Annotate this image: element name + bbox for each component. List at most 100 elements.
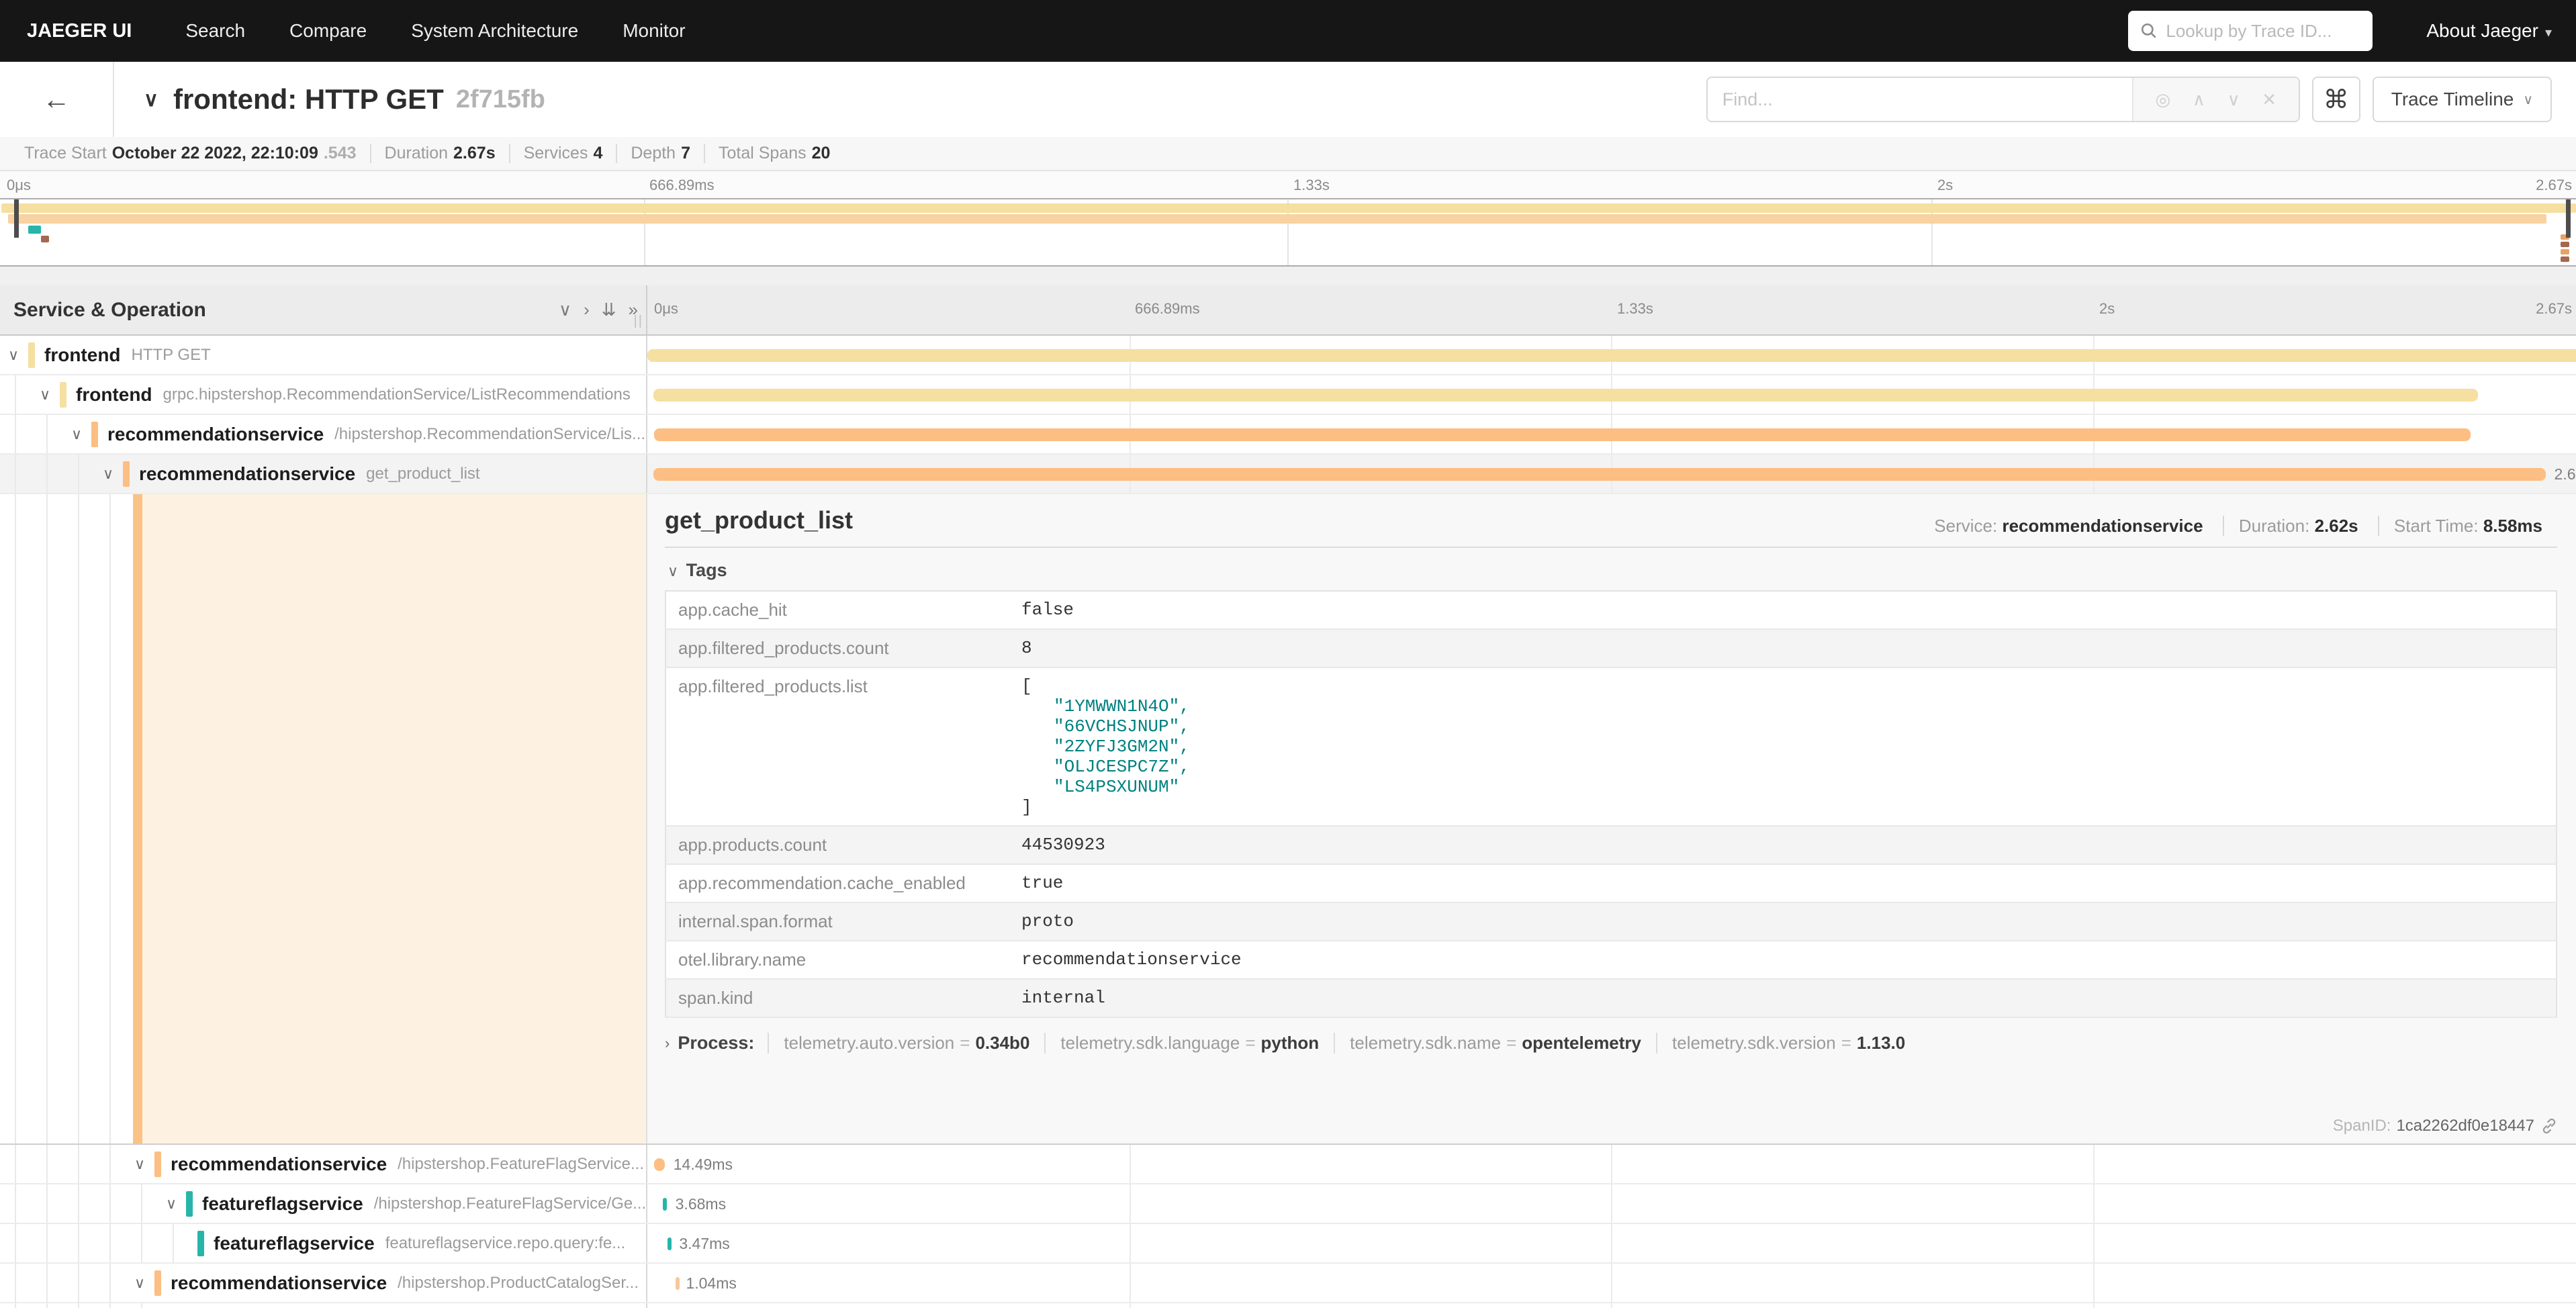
span-bar-track[interactable]: 3.68ms <box>647 1184 2576 1223</box>
chevron-down-icon[interactable]: ∨ <box>40 386 60 404</box>
chevron-down-icon[interactable]: ∨ <box>134 1274 154 1292</box>
trace-lookup-box[interactable] <box>2128 11 2373 51</box>
indent-guides <box>0 375 33 414</box>
nav-right-group: About Jaeger▾ <box>2128 11 2552 51</box>
span-bar-track[interactable] <box>647 415 2576 453</box>
span-start-time: Start Time: 8.58ms <box>2378 516 2557 536</box>
span-duration-bar[interactable] <box>647 349 2576 362</box>
span-duration-bar[interactable] <box>654 428 2471 441</box>
span-name-cell[interactable]: featureflagservice featureflagservice.re… <box>0 1224 647 1262</box>
indent-guides <box>0 1264 128 1302</box>
trace-services: Services4 <box>509 144 616 163</box>
span-duration-bar[interactable] <box>668 1237 672 1250</box>
span-name-cell[interactable]: ∨ recommendationservice /hipstershop.Pro… <box>0 1264 647 1302</box>
find-input[interactable] <box>1708 78 2132 121</box>
span-duration-bar[interactable] <box>676 1277 680 1290</box>
span-row-partial[interactable]: ∨ <box>0 1303 2576 1308</box>
nav-item-compare[interactable]: Compare <box>289 20 367 42</box>
back-button[interactable]: ← <box>0 62 114 137</box>
nav-item-search[interactable]: Search <box>185 20 245 42</box>
span-duration-bar[interactable] <box>653 389 2478 402</box>
span-row[interactable]: featureflagservice featureflagservice.re… <box>0 1224 2576 1264</box>
trace-duration: Duration2.67s <box>370 144 509 163</box>
chevron-down-icon[interactable]: ∨ <box>71 426 91 443</box>
span-name-cell[interactable]: ∨ <box>0 1303 647 1308</box>
collapse-one-icon[interactable]: ∨ <box>559 299 571 320</box>
span-name-cell[interactable]: ∨ featureflagservice /hipstershop.Featur… <box>0 1184 647 1223</box>
tag-row: otel.library.name recommendationservice <box>665 941 2557 979</box>
span-row[interactable]: ∨ frontend HTTP GET <box>0 336 2576 375</box>
span-duration: Duration: 2.62s <box>2223 516 2373 536</box>
span-meta: Service: recommendationservice Duration:… <box>1919 516 2557 536</box>
span-name-cell[interactable]: ∨ recommendationservice get_product_list <box>0 455 647 493</box>
span-bar-track[interactable] <box>647 1303 2576 1308</box>
span-name-cell[interactable]: ∨ frontend grpc.hipstershop.Recommendati… <box>0 375 647 414</box>
process-item: telemetry.sdk.version=1.13.0 <box>1656 1033 1920 1054</box>
minimap-bar <box>41 236 49 242</box>
chevron-down-icon[interactable]: ∨ <box>103 465 123 483</box>
span-name-cell[interactable]: ∨ recommendationservice /hipstershop.Rec… <box>0 415 647 453</box>
service-color-bar <box>154 1270 161 1296</box>
span-bar-track[interactable]: 14.49ms <box>647 1145 2576 1183</box>
minimap-canvas[interactable] <box>0 198 2576 267</box>
span-row[interactable]: ∨ recommendationservice /hipstershop.Fea… <box>0 1145 2576 1184</box>
nav-item-monitor[interactable]: Monitor <box>623 20 685 42</box>
keyboard-shortcuts-button[interactable]: ⌘ <box>2312 77 2360 122</box>
span-duration-bar[interactable] <box>654 1158 665 1171</box>
span-bar-track[interactable] <box>647 336 2576 374</box>
jaeger-trace-page: JAEGER UI Search Compare System Architec… <box>0 0 2576 1308</box>
span-name-cell[interactable]: ∨ frontend HTTP GET <box>0 336 647 374</box>
span-row[interactable]: ∨ frontend grpc.hipstershop.Recommendati… <box>0 375 2576 415</box>
chevron-down-icon[interactable]: ∨ <box>144 88 158 111</box>
process-section-toggle[interactable]: › Process: telemetry.auto.version=0.34b0… <box>665 1033 2557 1054</box>
service-color-bar <box>154 1152 161 1177</box>
span-bar-track[interactable]: 1.04ms <box>647 1264 2576 1302</box>
expand-one-icon[interactable]: › <box>584 299 590 320</box>
span-row[interactable]: ∨ featureflagservice /hipstershop.Featur… <box>0 1184 2576 1224</box>
span-detail-indent <box>0 494 647 1143</box>
collapse-all-icon[interactable]: ⇊ <box>602 299 616 320</box>
span-bar-track[interactable]: 3.47ms <box>647 1224 2576 1262</box>
nav-item-system-architecture[interactable]: System Architecture <box>411 20 578 42</box>
span-detail-row: get_product_list Service: recommendation… <box>0 494 2576 1145</box>
indent-guides <box>0 1184 159 1223</box>
minimap-left-handle[interactable] <box>14 199 19 238</box>
span-row[interactable]: ∨ recommendationservice /hipstershop.Pro… <box>0 1264 2576 1303</box>
trace-depth: Depth7 <box>616 144 704 163</box>
trace-lookup-input[interactable] <box>2166 21 2360 42</box>
brand-logo[interactable]: JAEGER UI <box>27 20 132 42</box>
span-duration-label: 3.68ms <box>676 1195 726 1213</box>
trace-id-short: 2f715fb <box>456 85 545 114</box>
next-result-icon[interactable]: ∨ <box>2227 89 2240 110</box>
span-row[interactable]: ∨ recommendationservice /hipstershop.Rec… <box>0 415 2576 455</box>
span-bar-track[interactable] <box>647 375 2576 414</box>
trace-start: Trace StartOctober 22 2022, 22:10:09.543 <box>11 144 370 163</box>
process-item: telemetry.auto.version=0.34b0 <box>768 1033 1044 1054</box>
chevron-down-icon[interactable]: ∨ <box>8 346 28 364</box>
service-color-bar <box>91 422 98 447</box>
service-color-bar <box>28 342 35 368</box>
indent-guides <box>0 1145 128 1183</box>
service-color-bar <box>197 1231 204 1256</box>
span-row-selected[interactable]: ∨ recommendationservice get_product_list… <box>0 455 2576 494</box>
span-duration-bar[interactable] <box>653 468 2545 481</box>
clear-find-icon[interactable]: ✕ <box>2262 89 2276 110</box>
about-jaeger-menu[interactable]: About Jaeger▾ <box>2426 20 2552 42</box>
column-resize-grip[interactable]: || <box>634 314 643 329</box>
minimap-right-handle[interactable] <box>2566 199 2571 238</box>
command-icon: ⌘ <box>2324 85 2349 115</box>
locate-icon[interactable]: ◎ <box>2155 89 2170 110</box>
chevron-down-icon[interactable]: ∨ <box>166 1195 186 1213</box>
span-name-cell[interactable]: ∨ recommendationservice /hipstershop.Fea… <box>0 1145 647 1183</box>
service-operation-header: Service & Operation ∨ › ⇊ » || <box>0 285 647 334</box>
tags-section-toggle[interactable]: ∨ Tags <box>668 560 2557 581</box>
indent-guides <box>0 1303 159 1308</box>
trace-view-selector[interactable]: Trace Timeline ∨ <box>2373 77 2552 122</box>
trace-title-area: ∨ frontend: HTTP GET 2f715fb <box>114 62 1706 137</box>
chevron-down-icon[interactable]: ∨ <box>134 1156 154 1173</box>
link-icon[interactable] <box>2541 1118 2557 1134</box>
prev-result-icon[interactable]: ∧ <box>2193 89 2205 110</box>
span-duration-bar[interactable] <box>663 1198 667 1211</box>
span-duration-label: 2.62s <box>2555 465 2576 483</box>
span-bar-track[interactable]: 2.62s <box>647 455 2576 493</box>
